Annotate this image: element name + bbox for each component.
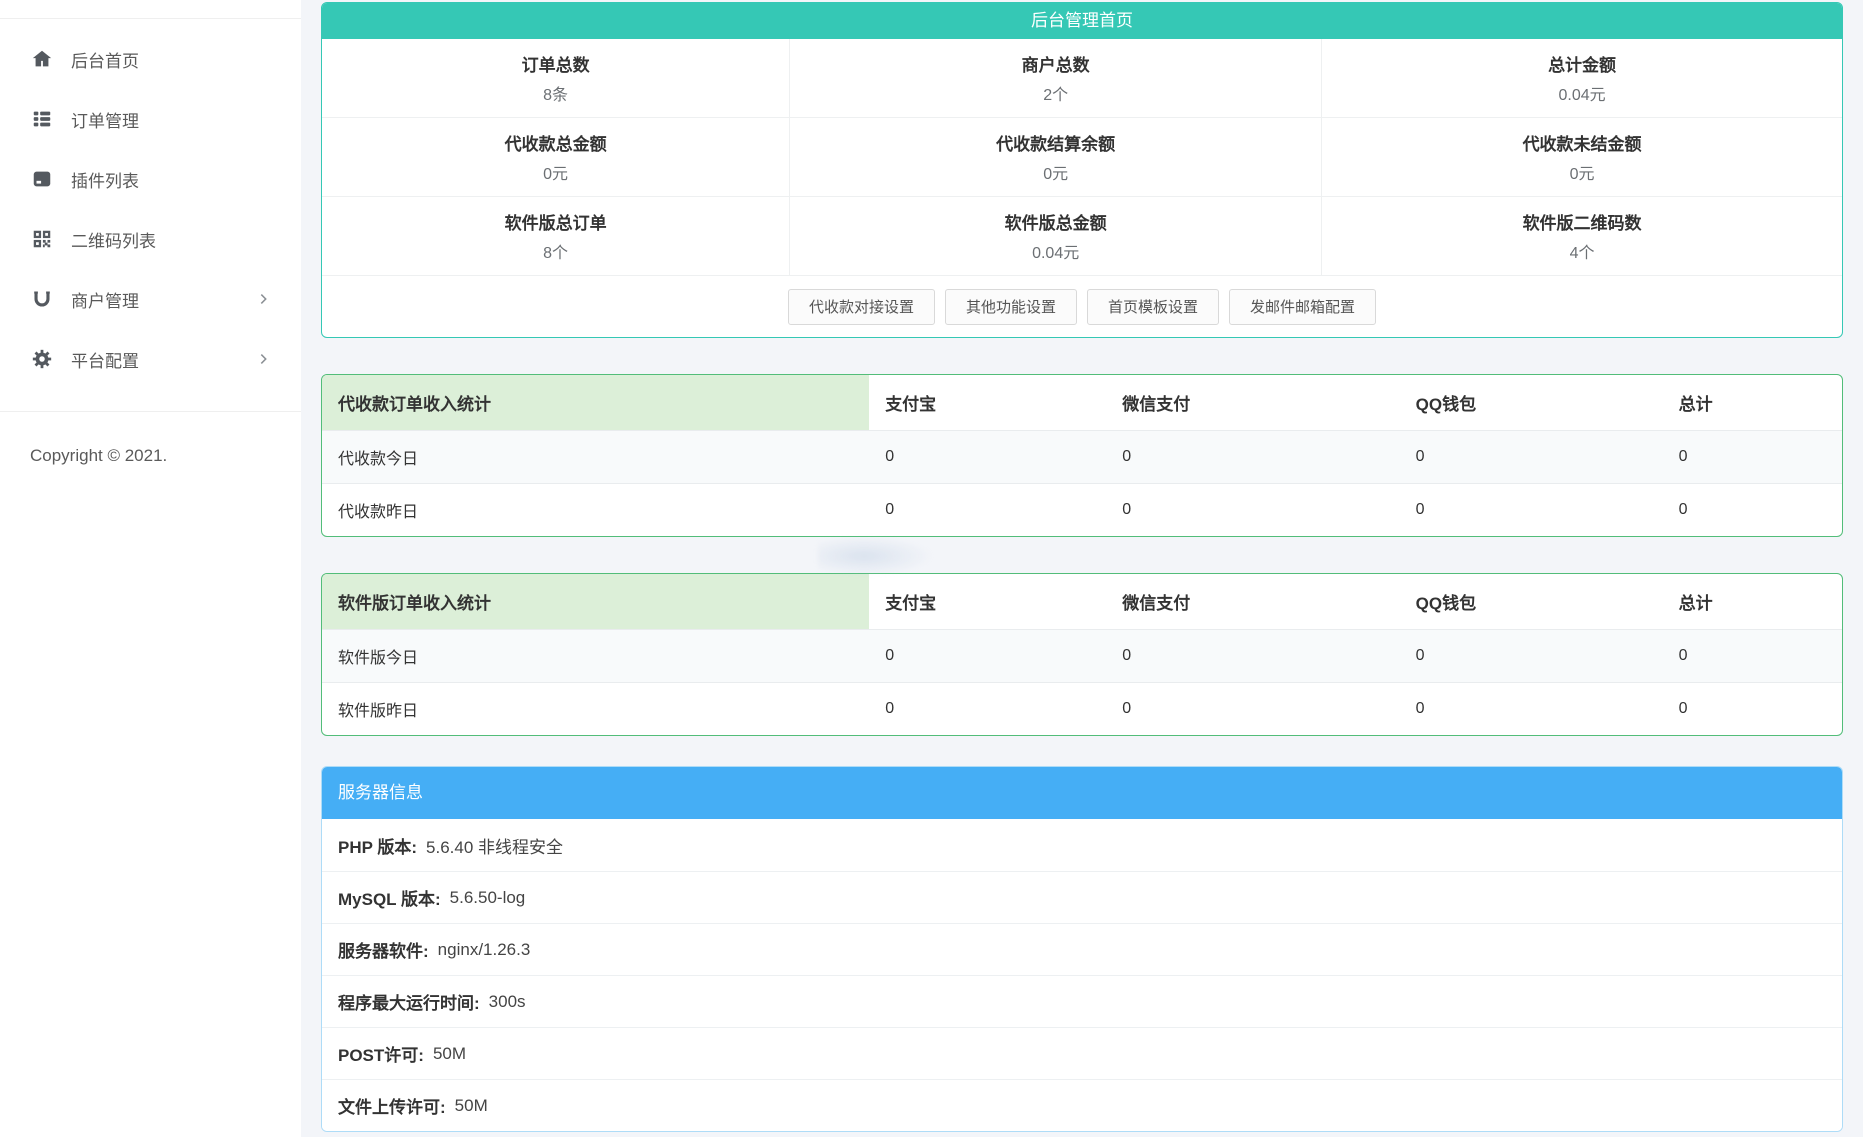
collection-income-panel: 代收款订单收入统计 支付宝 微信支付 QQ钱包 总计 代收款今日 0 0 0 0… <box>321 374 1843 537</box>
cell-value: 0 <box>869 430 1106 483</box>
sidebar: 后台首页 订单管理 插件列表 <box>0 0 301 1137</box>
server-info-row-max-exec-time: 程序最大运行时间: 300s <box>322 975 1842 1027</box>
row-label: 软件版今日 <box>322 629 869 682</box>
software-income-table: 软件版订单收入统计 支付宝 微信支付 QQ钱包 总计 软件版今日 0 0 0 0… <box>322 574 1842 735</box>
server-info-panel: 服务器信息 PHP 版本: 5.6.40 非线程安全 MySQL 版本: 5.6… <box>321 766 1843 1132</box>
sidebar-item-label: 二维码列表 <box>71 227 156 252</box>
chevron-right-icon <box>258 294 269 305</box>
cell-value: 0 <box>1663 483 1842 536</box>
plugin-icon <box>30 167 54 191</box>
main-content: 后台管理首页 订单总数 8条 商户总数 2个 总计金额 0.04元 代收款总金额… <box>301 0 1863 1137</box>
cell-value: 0 <box>1400 483 1663 536</box>
sidebar-item-qrcodes[interactable]: 二维码列表 <box>0 209 301 269</box>
cell-value: 0 <box>1400 682 1663 735</box>
row-label: 代收款今日 <box>322 430 869 483</box>
cell-value: 0 <box>1663 629 1842 682</box>
cell-value: 0 <box>869 629 1106 682</box>
cell-value: 0 <box>1106 430 1399 483</box>
sidebar-item-home[interactable]: 后台首页 <box>0 29 301 89</box>
copyright-text: Copyright © 2021. <box>0 412 301 466</box>
cell-value: 0 <box>1106 682 1399 735</box>
server-info-title: 服务器信息 <box>322 767 1842 819</box>
server-info-row-upload-limit: 文件上传许可: 50M <box>322 1079 1842 1131</box>
column-header-wechat: 微信支付 <box>1106 375 1399 430</box>
cell-value: 0 <box>1106 629 1399 682</box>
other-function-settings-button[interactable]: 其他功能设置 <box>945 289 1077 325</box>
chevron-right-icon <box>258 354 269 365</box>
overview-panel-title: 后台管理首页 <box>322 3 1842 39</box>
stat-collection-total: 代收款总金额 0元 <box>322 118 790 197</box>
table-title-cell: 软件版订单收入统计 <box>322 574 869 629</box>
merchant-magnet-icon <box>30 287 54 311</box>
overview-panel: 后台管理首页 订单总数 8条 商户总数 2个 总计金额 0.04元 代收款总金额… <box>321 2 1843 338</box>
row-label: 软件版昨日 <box>322 682 869 735</box>
column-header-qq-wallet: QQ钱包 <box>1400 574 1663 629</box>
collection-api-settings-button[interactable]: 代收款对接设置 <box>788 289 935 325</box>
stat-total-amount: 总计金额 0.04元 <box>1322 39 1842 118</box>
column-header-alipay: 支付宝 <box>869 375 1106 430</box>
table-title-cell: 代收款订单收入统计 <box>322 375 869 430</box>
column-header-total: 总计 <box>1663 375 1842 430</box>
stat-total-orders: 订单总数 8条 <box>322 39 790 118</box>
table-header-row: 软件版订单收入统计 支付宝 微信支付 QQ钱包 总计 <box>322 574 1842 629</box>
column-header-total: 总计 <box>1663 574 1842 629</box>
stat-software-orders: 软件版总订单 8个 <box>322 197 790 276</box>
cell-value: 0 <box>1400 629 1663 682</box>
table-header-row: 代收款订单收入统计 支付宝 微信支付 QQ钱包 总计 <box>322 375 1842 430</box>
row-label: 代收款昨日 <box>322 483 869 536</box>
sidebar-item-label: 订单管理 <box>71 107 139 132</box>
column-header-qq-wallet: QQ钱包 <box>1400 375 1663 430</box>
table-row: 代收款今日 0 0 0 0 <box>322 430 1842 483</box>
server-info-row-php: PHP 版本: 5.6.40 非线程安全 <box>322 819 1842 871</box>
column-header-wechat: 微信支付 <box>1106 574 1399 629</box>
cell-value: 0 <box>1663 430 1842 483</box>
gear-icon <box>30 347 54 371</box>
server-info-row-post-limit: POST许可: 50M <box>322 1027 1842 1079</box>
cell-value: 0 <box>1106 483 1399 536</box>
stats-grid: 订单总数 8条 商户总数 2个 总计金额 0.04元 代收款总金额 0元 代收款… <box>322 39 1842 276</box>
sidebar-item-orders[interactable]: 订单管理 <box>0 89 301 149</box>
homepage-template-settings-button[interactable]: 首页模板设置 <box>1087 289 1219 325</box>
stat-software-amount: 软件版总金额 0.04元 <box>790 197 1322 276</box>
cell-value: 0 <box>869 682 1106 735</box>
sidebar-item-label: 商户管理 <box>71 287 139 312</box>
cell-value: 0 <box>869 483 1106 536</box>
stat-software-qrcodes: 软件版二维码数 4个 <box>1322 197 1842 276</box>
cell-value: 0 <box>1663 682 1842 735</box>
server-info-row-server-software: 服务器软件: nginx/1.26.3 <box>322 923 1842 975</box>
sidebar-item-label: 插件列表 <box>71 167 139 192</box>
stat-total-merchants: 商户总数 2个 <box>790 39 1322 118</box>
email-config-button[interactable]: 发邮件邮箱配置 <box>1229 289 1376 325</box>
table-row: 软件版昨日 0 0 0 0 <box>322 682 1842 735</box>
collection-income-table: 代收款订单收入统计 支付宝 微信支付 QQ钱包 总计 代收款今日 0 0 0 0… <box>322 375 1842 536</box>
table-row: 软件版今日 0 0 0 0 <box>322 629 1842 682</box>
sidebar-nav: 后台首页 订单管理 插件列表 <box>0 18 301 389</box>
server-info-row-mysql: MySQL 版本: 5.6.50-log <box>322 871 1842 923</box>
order-list-icon <box>30 107 54 131</box>
qrcode-icon <box>30 227 54 251</box>
sidebar-item-label: 平台配置 <box>71 347 139 372</box>
software-income-panel: 软件版订单收入统计 支付宝 微信支付 QQ钱包 总计 软件版今日 0 0 0 0… <box>321 573 1843 736</box>
sidebar-item-platform-config[interactable]: 平台配置 <box>0 329 301 389</box>
stat-collection-unsettled: 代收款未结金额 0元 <box>1322 118 1842 197</box>
sidebar-item-label: 后台首页 <box>71 47 139 72</box>
cell-value: 0 <box>1400 430 1663 483</box>
config-button-row: 代收款对接设置 其他功能设置 首页模板设置 发邮件邮箱配置 <box>322 276 1842 337</box>
home-icon <box>30 47 54 71</box>
column-header-alipay: 支付宝 <box>869 574 1106 629</box>
sidebar-item-merchants[interactable]: 商户管理 <box>0 269 301 329</box>
sidebar-item-plugins[interactable]: 插件列表 <box>0 149 301 209</box>
stat-collection-settled-balance: 代收款结算余额 0元 <box>790 118 1322 197</box>
table-row: 代收款昨日 0 0 0 0 <box>322 483 1842 536</box>
